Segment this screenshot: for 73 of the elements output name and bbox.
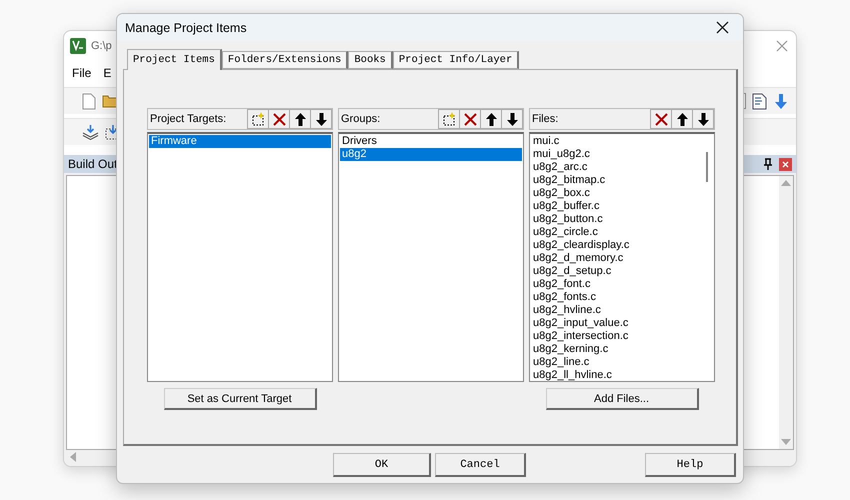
new-item-icon — [442, 112, 456, 126]
list-item[interactable]: u8g2_d_setup.c — [531, 265, 699, 278]
arrow-down-icon — [698, 112, 708, 126]
new-file-icon[interactable] — [82, 92, 96, 110]
list-item[interactable]: u8g2_hvline.c — [531, 304, 699, 317]
list-item[interactable]: mui.c — [531, 135, 699, 148]
arrow-up-icon — [676, 112, 688, 126]
list-item[interactable]: u8g2_ll_hvline.c — [531, 369, 699, 381]
panel-title: Build Out — [68, 157, 118, 171]
list-label: Groups: — [341, 113, 380, 125]
move-up-button[interactable] — [671, 109, 693, 129]
window-title: G:\p — [91, 40, 112, 52]
list-item[interactable]: u8g2_input_value.c — [531, 317, 699, 330]
list-item[interactable]: u8g2_button.c — [531, 213, 699, 226]
list-item[interactable]: u8g2_cleardisplay.c — [531, 239, 699, 252]
list-item[interactable]: u8g2_intersection.c — [531, 330, 699, 343]
help-button[interactable]: Help — [645, 453, 736, 477]
move-down-button[interactable] — [692, 109, 714, 129]
new-item-icon — [251, 112, 265, 126]
list-box[interactable]: Firmware — [147, 132, 333, 382]
layers-icon[interactable] — [82, 124, 99, 140]
arrow-down-icon — [506, 112, 518, 126]
new-button[interactable] — [247, 109, 269, 129]
list-label: Files: — [532, 113, 558, 125]
delete-button[interactable] — [459, 109, 481, 129]
arrow-up-icon — [486, 112, 496, 126]
tab[interactable]: Books — [348, 51, 393, 69]
list-item[interactable]: Drivers — [340, 135, 522, 148]
close-icon[interactable] — [716, 21, 729, 34]
tab[interactable]: Project Info/Layer — [392, 51, 520, 69]
document-icon[interactable] — [752, 92, 768, 110]
dialog-title: Manage Project Items — [125, 20, 247, 34]
add-files-button[interactable]: Add Files... — [546, 388, 698, 410]
download-icon[interactable] — [774, 92, 788, 110]
list-item[interactable]: u8g2_fonts.c — [531, 291, 699, 304]
arrow-up-icon — [294, 112, 306, 126]
list-label: Project Targets: — [150, 113, 226, 125]
list-item[interactable]: u8g2_arc.c — [531, 161, 699, 174]
move-down-button[interactable] — [310, 109, 332, 129]
list-item[interactable]: u8g2_bitmap.c — [531, 174, 699, 187]
list-item[interactable]: u8g2_buffer.c — [531, 200, 699, 213]
folder-icon[interactable] — [102, 94, 118, 108]
list-box[interactable]: Drivers u8g2 — [338, 132, 524, 382]
menu-item[interactable]: File — [72, 66, 92, 80]
list-item[interactable]: u8g2_line.c — [531, 356, 699, 369]
list-box[interactable] — [529, 132, 715, 382]
list-item[interactable]: u8g2_d_memory.c — [531, 252, 699, 265]
set-target-button[interactable]: Set as Current Target — [164, 388, 316, 410]
new-button[interactable] — [438, 109, 460, 129]
list-item[interactable]: u8g2_circle.c — [531, 226, 699, 239]
list-item[interactable]: mui_u8g2.c — [531, 148, 699, 161]
list-item[interactable]: u8g2_kerning.c — [531, 343, 699, 356]
ok-button[interactable]: OK — [333, 453, 431, 477]
move-up-button[interactable] — [480, 109, 502, 129]
tab[interactable]: Folders/Extensions — [222, 51, 348, 69]
scrollbar-thumb[interactable] — [706, 152, 708, 182]
delete-icon — [272, 112, 286, 126]
delete-icon — [654, 112, 668, 126]
tab[interactable]: Project Items — [127, 49, 222, 70]
app-logo-icon — [70, 38, 86, 54]
move-down-button[interactable] — [501, 109, 523, 129]
move-up-button[interactable] — [289, 109, 311, 129]
list-item[interactable]: Firmware — [149, 135, 331, 148]
list-item[interactable]: u8g2 — [340, 148, 522, 161]
list-item[interactable]: u8g2_font.c — [531, 278, 699, 291]
delete-button[interactable] — [650, 109, 672, 129]
delete-icon — [464, 112, 476, 126]
menu-item[interactable]: E — [103, 66, 112, 80]
pin-icon[interactable] — [763, 158, 773, 170]
delete-button[interactable] — [268, 109, 290, 129]
list-item[interactable]: u8g2_box.c — [531, 187, 699, 200]
arrow-down-icon — [316, 112, 326, 126]
cancel-button[interactable]: Cancel — [435, 453, 526, 477]
